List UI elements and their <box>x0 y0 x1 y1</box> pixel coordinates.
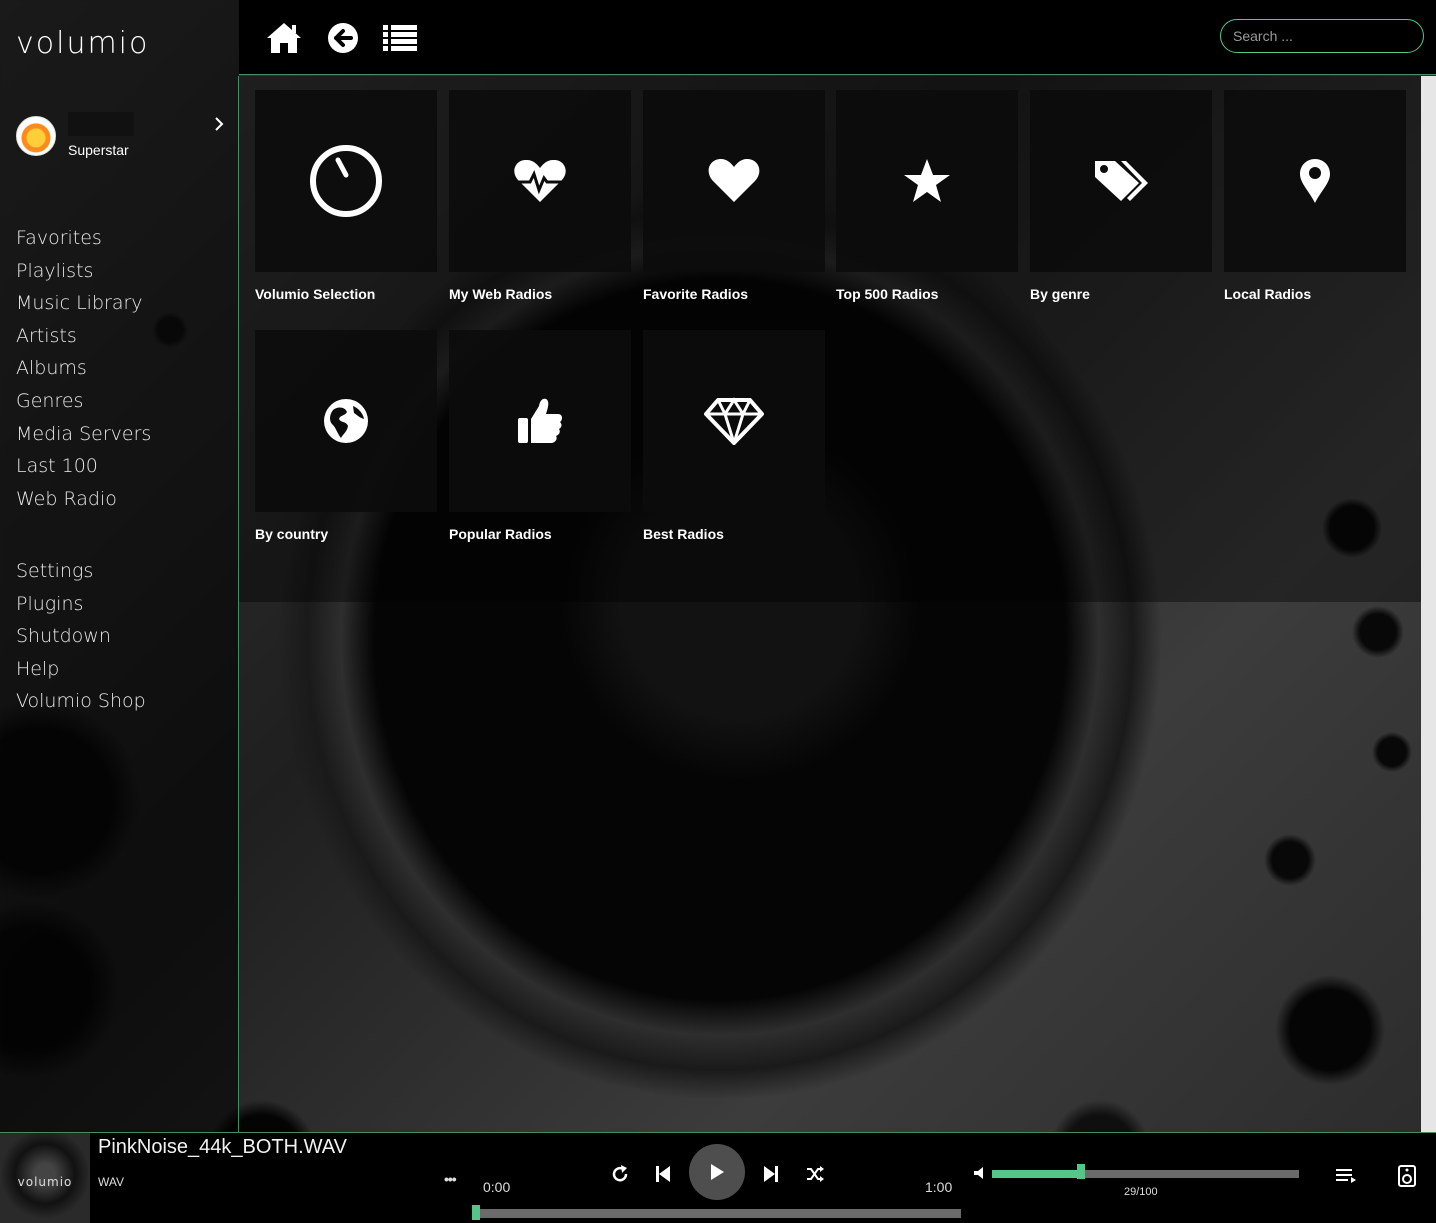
heartbeat-icon <box>514 159 566 202</box>
volume-fill <box>992 1170 1081 1178</box>
chevron-right-icon[interactable] <box>211 116 227 132</box>
home-icon <box>267 23 301 53</box>
home-button[interactable] <box>264 18 304 58</box>
sidebar-item-web-radio[interactable]: Web Radio <box>16 483 151 516</box>
tile-art <box>1030 90 1212 272</box>
sidebar-item-music-library[interactable]: Music Library <box>16 287 151 320</box>
speaker-icon <box>1398 1165 1416 1187</box>
search-input[interactable] <box>1220 19 1424 53</box>
time-total: 1:00 <box>925 1179 953 1195</box>
tile-label: Best Radios <box>643 526 724 542</box>
avatar <box>16 116 56 156</box>
back-button[interactable] <box>323 18 363 58</box>
tile-local-radios[interactable]: Local Radios <box>1224 90 1406 302</box>
user-status-label: Superstar <box>68 142 129 158</box>
tile-art <box>836 90 1018 272</box>
sidebar: volumio Superstar Favorites Playlists Mu… <box>0 0 239 1132</box>
seek-bar[interactable] <box>472 1209 961 1218</box>
sidebar-primary-menu: Favorites Playlists Music Library Artist… <box>16 222 151 515</box>
next-button[interactable] <box>760 1162 782 1186</box>
sidebar-item-last-100[interactable]: Last 100 <box>16 450 151 483</box>
globe-icon <box>324 399 368 443</box>
star-icon <box>904 159 950 202</box>
tile-favorite-radios[interactable]: Favorite Radios <box>643 90 825 302</box>
previous-button[interactable] <box>652 1162 674 1186</box>
sidebar-item-favorites[interactable]: Favorites <box>16 222 151 255</box>
seek-handle[interactable] <box>472 1205 480 1220</box>
queue-list-icon <box>1336 1169 1356 1183</box>
player-bar: volumio PinkNoise_44k_BOTH.WAV WAV ••• 0… <box>0 1132 1436 1223</box>
more-options-button[interactable]: ••• <box>444 1171 457 1187</box>
back-arrow-icon <box>328 23 358 53</box>
sidebar-item-playlists[interactable]: Playlists <box>16 255 151 288</box>
queue-toggle-button[interactable] <box>1334 1166 1358 1186</box>
volumio-logo[interactable]: volumio <box>16 26 149 61</box>
sidebar-secondary-menu: Settings Plugins Shutdown Help Volumio S… <box>16 555 146 718</box>
tile-label: By country <box>255 526 329 542</box>
tile-top-500-radios[interactable]: Top 500 Radios <box>836 90 1018 302</box>
skip-back-icon <box>656 1166 670 1182</box>
sidebar-item-shutdown[interactable]: Shutdown <box>16 620 146 653</box>
play-button[interactable] <box>689 1144 745 1200</box>
volume-readout: 29/100 <box>1124 1186 1158 1198</box>
tile-label: By genre <box>1030 286 1090 302</box>
tile-art <box>255 90 437 272</box>
tile-label: Local Radios <box>1224 286 1312 302</box>
scrollbar[interactable] <box>1421 76 1436 1132</box>
diamond-icon <box>704 397 764 445</box>
sidebar-item-help[interactable]: Help <box>16 653 146 686</box>
tile-art <box>255 330 437 512</box>
mute-button[interactable] <box>970 1163 988 1183</box>
tile-label: Top 500 Radios <box>836 286 939 302</box>
album-art[interactable]: volumio <box>0 1133 90 1223</box>
queue-button[interactable] <box>380 18 420 58</box>
logo-text: volumio <box>16 26 150 61</box>
map-marker-icon <box>1300 159 1330 203</box>
tile-label: Popular Radios <box>449 526 552 542</box>
tile-art <box>643 330 825 512</box>
album-art-logo: volumio <box>17 1174 73 1189</box>
tile-popular-radios[interactable]: Popular Radios <box>449 330 631 542</box>
tile-art <box>449 330 631 512</box>
repeat-icon <box>612 1165 628 1182</box>
track-title: PinkNoise_44k_BOTH.WAV <box>98 1136 347 1158</box>
tile-art <box>643 90 825 272</box>
play-icon <box>711 1164 724 1180</box>
tags-icon <box>1095 161 1148 201</box>
sidebar-item-media-servers[interactable]: Media Servers <box>16 418 151 451</box>
user-name <box>68 112 134 136</box>
sidebar-item-albums[interactable]: Albums <box>16 352 151 385</box>
thumbs-up-icon <box>518 398 563 443</box>
heart-icon <box>708 159 760 202</box>
shuffle-icon <box>807 1166 824 1182</box>
volume-icon <box>974 1167 983 1179</box>
dial-icon <box>310 145 382 217</box>
tile-best-radios[interactable]: Best Radios <box>643 330 825 542</box>
tile-my-web-radios[interactable]: My Web Radios <box>449 90 631 302</box>
time-elapsed: 0:00 <box>483 1179 511 1195</box>
sidebar-item-volumio-shop[interactable]: Volumio Shop <box>16 685 146 718</box>
skip-forward-icon <box>764 1166 778 1182</box>
shuffle-button[interactable] <box>804 1163 826 1185</box>
sidebar-item-artists[interactable]: Artists <box>16 320 151 353</box>
volume-handle[interactable] <box>1077 1164 1085 1179</box>
list-icon <box>383 25 417 51</box>
sidebar-item-genres[interactable]: Genres <box>16 385 151 418</box>
tile-art <box>449 90 631 272</box>
sidebar-item-settings[interactable]: Settings <box>16 555 146 588</box>
tile-label: Volumio Selection <box>255 286 376 302</box>
repeat-button[interactable] <box>609 1163 631 1185</box>
tile-by-country[interactable]: By country <box>255 330 437 542</box>
tile-label: Favorite Radios <box>643 286 749 302</box>
output-device-button[interactable] <box>1397 1164 1417 1188</box>
tile-art <box>1224 90 1406 272</box>
top-bar <box>239 0 1436 75</box>
sidebar-item-plugins[interactable]: Plugins <box>16 588 146 621</box>
tile-volumio-selection[interactable]: Volumio Selection <box>255 90 437 302</box>
user-profile[interactable]: Superstar <box>16 112 231 162</box>
tile-label: My Web Radios <box>449 286 553 302</box>
tile-by-genre[interactable]: By genre <box>1030 90 1212 302</box>
track-format: WAV <box>98 1175 124 1189</box>
